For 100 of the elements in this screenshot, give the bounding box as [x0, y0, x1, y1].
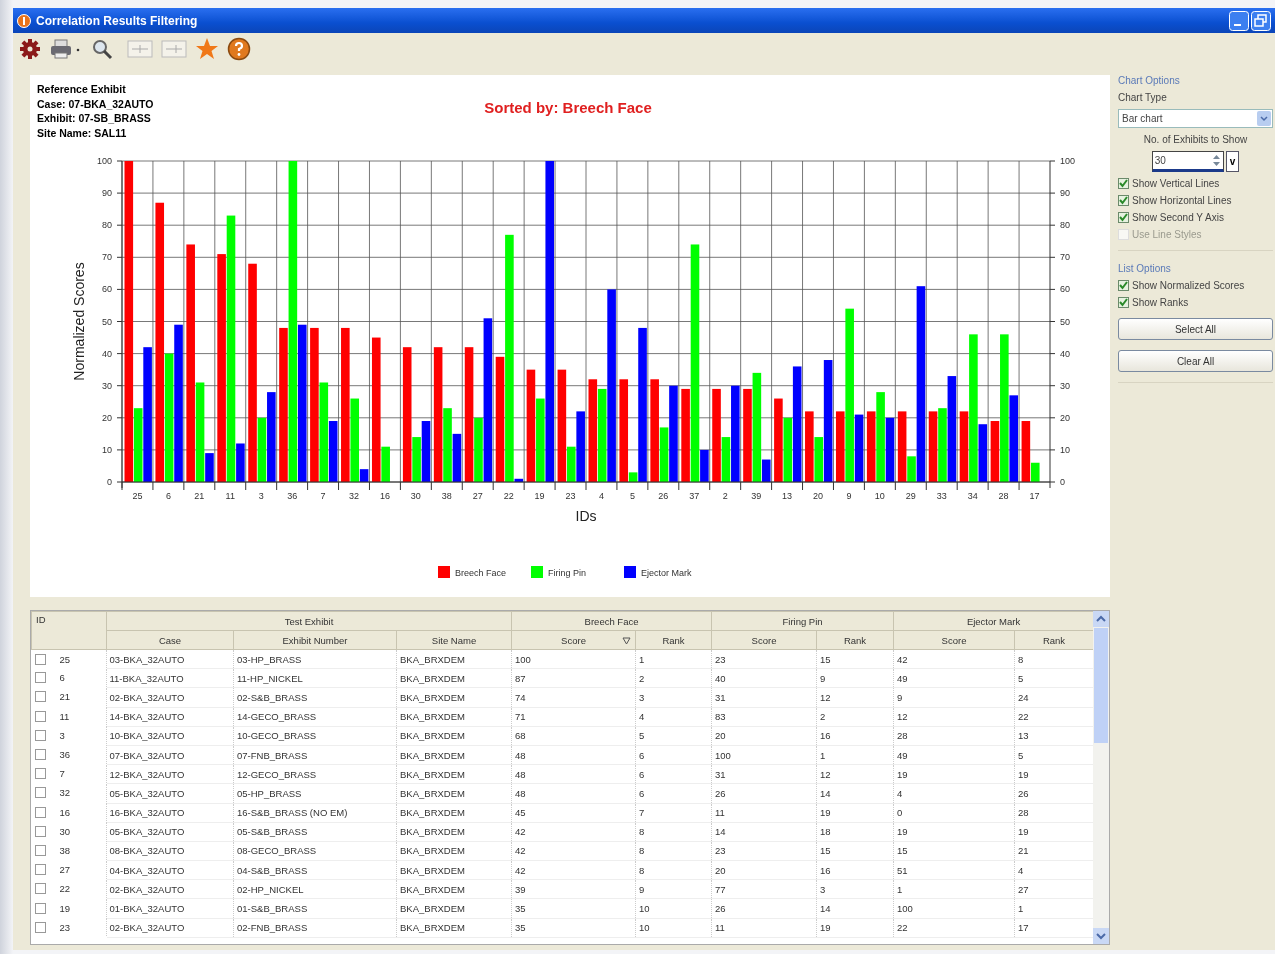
count-spinner[interactable]: 30: [1151, 151, 1224, 172]
x-tick-label: 25: [132, 491, 143, 501]
table-cell: 42: [511, 841, 636, 861]
table-row[interactable]: 6 11-BKA_32AUTO 11-HP_NICKEL BKA_BRXDEM 87 2 40 9 49 5: [31, 668, 1094, 688]
row-checkbox[interactable]: [34, 749, 46, 761]
group-heading: Chart Options: [1118, 75, 1181, 86]
minimize-icon[interactable]: [1229, 10, 1249, 31]
table-cell: 39: [511, 879, 636, 899]
table-cell: 11-HP_NICKEL: [233, 668, 397, 688]
column-group-header: Test Exhibit: [106, 611, 512, 631]
reference-line: Case: 07-BKA_32AUTO: [37, 96, 154, 111]
table-cell: 7: [59, 768, 65, 780]
table-cell: BKA_BRXDEM: [396, 841, 512, 861]
table-cell: 48: [511, 764, 636, 784]
row-checkbox[interactable]: [34, 653, 46, 665]
row-checkbox[interactable]: [34, 729, 46, 741]
table-cell: 08-GECO_BRASS: [233, 841, 397, 861]
gear-icon[interactable]: [19, 38, 41, 60]
y-tick-label: 100: [96, 156, 112, 166]
row-checkbox[interactable]: [34, 883, 46, 895]
row-checkbox[interactable]: [34, 902, 46, 914]
window-title: Correlation Results Filtering: [36, 13, 198, 28]
table-row[interactable]: 21 02-BKA_32AUTO 02-S&B_BRASS BKA_BRXDEM 74 3 31 12 9 24: [31, 687, 1094, 708]
table-row[interactable]: 32 05-BKA_32AUTO 05-HP_BRASS BKA_BRXDEM 48 6 26 14 4 26: [31, 783, 1094, 803]
row-checkbox[interactable]: [34, 787, 46, 799]
y-tick-label: 10: [1060, 444, 1070, 455]
sort-icon: [622, 636, 632, 645]
checkbox[interactable]: [1118, 212, 1129, 223]
x-tick-label: 17: [1029, 491, 1040, 501]
y-tick-label: 30: [102, 380, 112, 391]
chart-type-dropdown[interactable]: Bar chart: [1118, 109, 1273, 128]
x-tick-label: 3: [258, 491, 264, 501]
row-checkbox[interactable]: [34, 768, 46, 780]
table-cell: BKA_BRXDEM: [396, 879, 512, 899]
table-row[interactable]: 7 12-BKA_32AUTO 12-GECO_BRASS BKA_BRXDEM 48 6 31 12 19 19: [31, 764, 1094, 784]
table-row[interactable]: 22 02-BKA_32AUTO 02-HP_NICKEL BKA_BRXDEM 39 9 77 3 1 27: [31, 879, 1094, 899]
y-tick-label: 70: [1060, 252, 1070, 263]
row-checkbox[interactable]: [34, 825, 46, 837]
table-cell: 02-HP_NICKEL: [233, 879, 397, 899]
x-tick-label: 10: [874, 491, 885, 501]
apply-button[interactable]: v: [1225, 151, 1240, 172]
table-cell: 15: [816, 649, 894, 669]
table-row[interactable]: 30 05-BKA_32AUTO 05-S&B_BRASS BKA_BRXDEM 42 8 14 18 19 19: [31, 822, 1094, 842]
table-row[interactable]: 11 14-BKA_32AUTO 14-GECO_BRASS BKA_BRXDEM 71 4 83 2 12 22: [31, 707, 1094, 727]
x-tick-label: 16: [379, 491, 390, 501]
scrollbar[interactable]: [1093, 611, 1109, 944]
table-row[interactable]: 3 10-BKA_32AUTO 10-GECO_BRASS BKA_BRXDEM 68 5 20 16 28 13: [31, 726, 1094, 746]
table-cell: 12: [816, 687, 894, 708]
table-row[interactable]: 16 16-BKA_32AUTO 16-S&B_BRASS (NO EM) BKA_BRXDEM 45 7 11 19 0 28: [31, 803, 1094, 823]
table-cell: 22: [59, 883, 71, 895]
table-row[interactable]: 25 03-BKA_32AUTO 03-HP_BRASS BKA_BRXDEM 100 1 23 15 42 8: [31, 649, 1094, 669]
x-tick-label: 19: [534, 491, 545, 501]
column-group-header: Ejector Mark: [893, 611, 1094, 631]
table-cell: 11: [711, 803, 817, 823]
checkbox[interactable]: [1118, 195, 1129, 206]
x-tick-label: 34: [967, 491, 978, 501]
table-row[interactable]: 36 07-BKA_32AUTO 07-FNB_BRASS BKA_BRXDEM 48 6 100 1 49 5: [31, 745, 1094, 765]
magnifier-icon[interactable]: [91, 38, 113, 60]
help-icon[interactable]: [227, 37, 251, 61]
checkbox[interactable]: [1118, 297, 1129, 308]
table-row[interactable]: 19 01-BKA_32AUTO 01-S&B_BRASS BKA_BRXDEM 35 10 26 14 100 1: [31, 898, 1094, 919]
table-cell: BKA_BRXDEM: [396, 745, 512, 765]
table-row[interactable]: 23 02-BKA_32AUTO 02-FNB_BRASS BKA_BRXDEM 35 10 11 19 22 17: [31, 918, 1094, 938]
row-checkbox[interactable]: [34, 844, 46, 856]
table-cell: 87: [511, 668, 636, 688]
row-checkbox[interactable]: [34, 921, 46, 933]
y-tick-label: 50: [1060, 316, 1070, 327]
table-cell: 23: [59, 921, 71, 933]
table-cell: 48: [511, 783, 636, 803]
column-header[interactable]: ID: [31, 611, 107, 650]
row-checkbox[interactable]: [34, 691, 46, 703]
table-row[interactable]: 38 08-BKA_32AUTO 08-GECO_BRASS BKA_BRXDEM 42 8 23 15 15 21: [31, 841, 1094, 861]
table-cell: 27: [59, 864, 71, 876]
table-cell: 9: [893, 687, 1015, 708]
x-tick-label: 20: [813, 491, 823, 501]
row-checkbox[interactable]: [34, 864, 46, 876]
table-row[interactable]: 27 04-BKA_32AUTO 04-S&B_BRASS BKA_BRXDEM 42 8 20 16 51 4: [31, 860, 1094, 880]
checkbox[interactable]: [1118, 280, 1129, 291]
table-cell: 04-BKA_32AUTO: [106, 860, 234, 880]
table-cell: 74: [511, 687, 636, 708]
table-cell: 20: [711, 726, 817, 746]
row-checkbox[interactable]: [34, 806, 46, 818]
table-cell: 05-BKA_32AUTO: [106, 783, 234, 803]
row-checkbox[interactable]: [34, 672, 46, 684]
scroll-up-icon[interactable]: [1093, 611, 1109, 627]
row-checkbox[interactable]: [34, 710, 46, 722]
scroll-down-icon[interactable]: [1093, 928, 1109, 944]
checkbox[interactable]: [1118, 178, 1129, 189]
action-button[interactable]: Clear All: [1118, 350, 1273, 372]
bar: [866, 411, 876, 482]
table-cell: 6: [635, 783, 712, 803]
action-button[interactable]: Select All: [1118, 318, 1273, 340]
table-cell: 83: [711, 707, 817, 727]
x-tick-label: 22: [503, 491, 514, 501]
restore-icon[interactable]: [1251, 10, 1271, 31]
x-tick-label: 32: [349, 491, 359, 501]
table-cell: 16-BKA_32AUTO: [106, 803, 234, 823]
table-cell: 23: [711, 649, 817, 669]
star-icon[interactable]: [195, 37, 219, 61]
table-cell: 4: [893, 783, 1015, 803]
